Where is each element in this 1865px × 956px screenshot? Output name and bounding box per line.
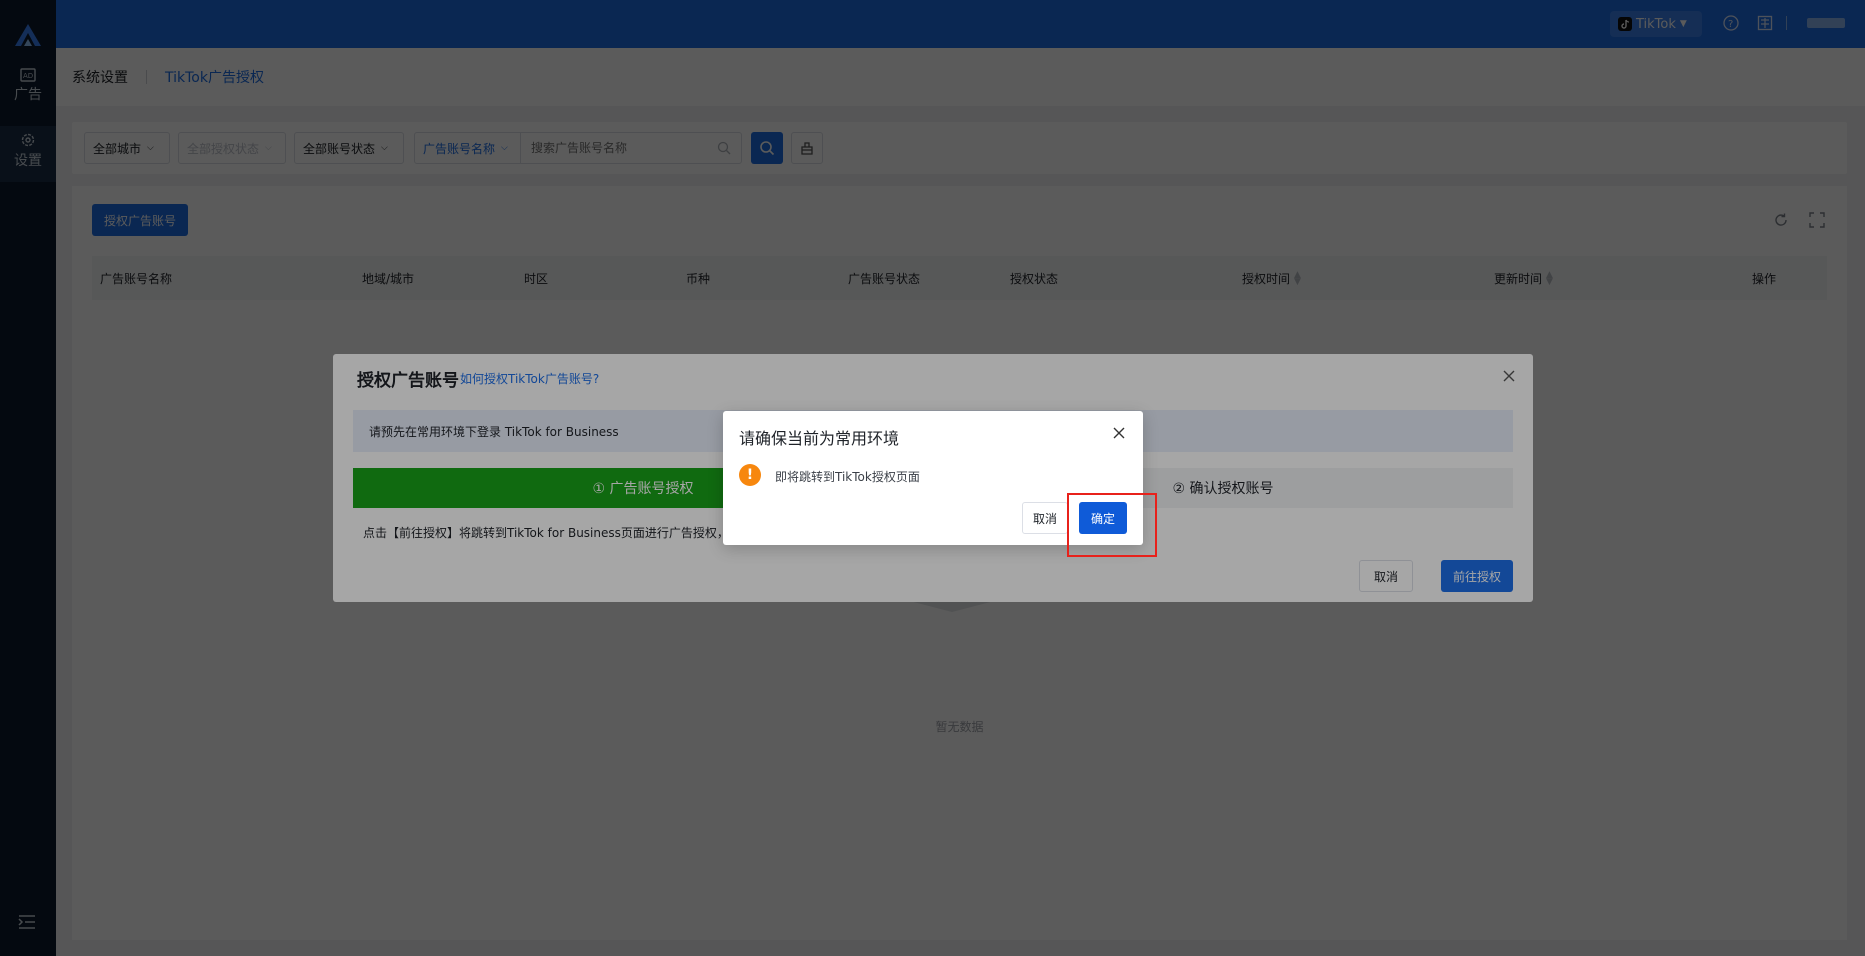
warning-icon: ! (739, 464, 761, 486)
close-icon[interactable] (1113, 427, 1125, 439)
confirm-cancel-button[interactable]: 取消 (1022, 502, 1069, 534)
confirm-message: 即将跳转到TikTok授权页面 (775, 470, 920, 484)
highlight-annotation (1067, 493, 1157, 557)
confirm-title: 请确保当前为常用环境 (739, 429, 900, 448)
